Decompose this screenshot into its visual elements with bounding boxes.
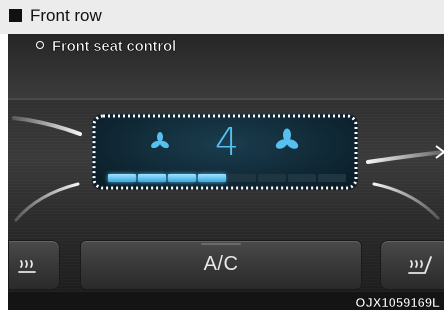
fan-low-icon bbox=[151, 132, 169, 149]
image-code: OJX1059169L bbox=[355, 295, 440, 310]
fan-level-segment bbox=[168, 174, 196, 182]
fan-level-segment bbox=[228, 174, 256, 182]
fan-level-segment bbox=[258, 174, 286, 182]
heated-seat-left-button[interactable] bbox=[8, 240, 60, 290]
fan-speed-value: 4 bbox=[214, 120, 240, 164]
section-title: Front row bbox=[30, 6, 102, 25]
fan-level-segment bbox=[318, 174, 346, 182]
heated-seat-right-button[interactable] bbox=[380, 240, 444, 290]
dashboard-photo: Front seat control 4 A/C OJX1059169L bbox=[8, 34, 444, 310]
bullet-square-icon bbox=[9, 9, 22, 22]
airflow-arrow-right-upper bbox=[366, 150, 444, 164]
fan-high-icon bbox=[275, 128, 299, 149]
airflow-arrow-left-lower bbox=[14, 182, 80, 222]
ac-button[interactable]: A/C bbox=[80, 240, 362, 290]
fan-level-segment bbox=[288, 174, 316, 182]
airflow-arrow-right-lower bbox=[372, 182, 440, 220]
manual-figure: Front row Front seat control 4 A/C OJX10… bbox=[0, 0, 444, 310]
heated-seat-left-icon bbox=[18, 260, 36, 273]
fan-level-segment bbox=[138, 174, 166, 182]
button-row: A/C bbox=[8, 240, 444, 290]
section-header: Front row bbox=[0, 0, 444, 34]
fan-speed-display: 4 bbox=[92, 114, 358, 190]
airflow-arrow-left-upper bbox=[12, 116, 82, 136]
fan-level-segment bbox=[198, 174, 226, 182]
heated-seat-right-icon bbox=[408, 256, 432, 274]
ac-button-label: A/C bbox=[203, 253, 239, 275]
button-indicator bbox=[201, 243, 241, 245]
fan-level-bar bbox=[108, 174, 346, 182]
fan-level-segment bbox=[108, 174, 136, 182]
